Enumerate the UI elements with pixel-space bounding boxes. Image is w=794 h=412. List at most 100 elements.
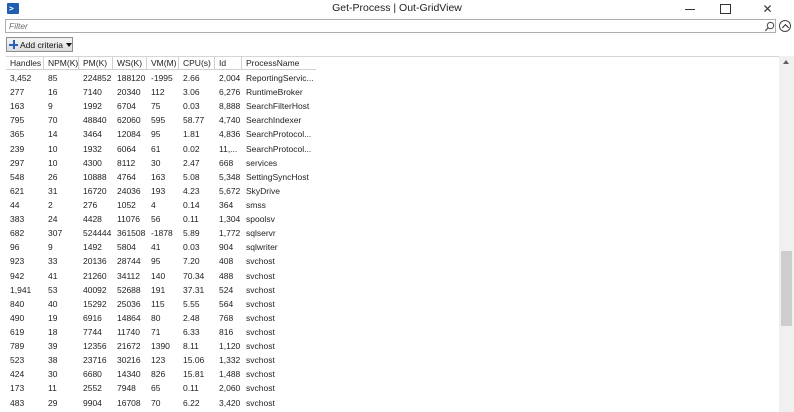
cell-processname: SettingSyncHost [246, 171, 309, 182]
cell-id: 3,420 [219, 397, 241, 408]
cell-pm: 48840 [83, 115, 107, 126]
cell-ws: 20340 [117, 87, 141, 98]
cell-pm: 4300 [83, 157, 102, 168]
table-row[interactable]: 840 40 15292 25036 115 5.55 564 svchost [6, 297, 316, 311]
cell-handles: 44 [10, 199, 20, 210]
chevron-down-icon [66, 42, 72, 47]
cell-id: 5,348 [219, 171, 241, 182]
cell-cpu: 0.14 [183, 199, 200, 210]
cell-npm: 29 [48, 397, 58, 408]
cell-processname: SearchProtocol... [246, 129, 312, 140]
cell-processname: svchost [246, 341, 275, 352]
table-row[interactable]: 365 14 3464 12084 95 1.81 4,836 SearchProtocol.… [6, 127, 316, 141]
scrollbar-thumb[interactable] [781, 251, 792, 326]
table-row[interactable]: 923 33 20136 28744 95 7.20 408 svchost [6, 254, 316, 268]
cell-npm: 10 [48, 157, 58, 168]
maximize-button[interactable] [710, 0, 740, 18]
cell-npm: 2 [48, 199, 53, 210]
table-row[interactable]: 795 70 48840 62060 595 58.77 4,740 SearchIndexe… [6, 113, 316, 127]
cell-vm: 75 [151, 101, 161, 112]
table-row[interactable]: 44 2 276 1052 4 0.14 364 smss [6, 198, 316, 212]
cell-id: 488 [219, 270, 234, 281]
table-row[interactable]: 523 38 23716 30216 123 15.06 1,332 svchost [6, 353, 316, 367]
filter-input[interactable] [6, 20, 746, 32]
cell-cpu: 0.03 [183, 242, 200, 253]
table-row[interactable]: 619 18 7744 11740 71 6.33 816 svchost [6, 325, 316, 339]
cell-processname: services [246, 157, 278, 168]
cell-ws: 14864 [117, 312, 141, 323]
table-row[interactable]: 163 9 1992 6704 75 0.03 8,888 SearchFilterHost [6, 99, 316, 113]
close-button[interactable]: ✕ [745, 0, 790, 18]
cell-npm: 26 [48, 171, 58, 182]
column-header-id[interactable]: Id [215, 57, 242, 70]
vertical-scrollbar[interactable] [779, 56, 794, 412]
table-row[interactable]: 621 31 16720 24036 193 4.23 5,672 SkyDrive [6, 184, 316, 198]
cell-handles: 490 [10, 312, 25, 323]
table-row[interactable]: 483 29 9904 16708 70 6.22 3,420 svchost [6, 396, 316, 410]
cell-vm: 140 [151, 270, 166, 281]
cell-cpu: 0.02 [183, 143, 200, 154]
add-criteria-button[interactable]: Add criteria [6, 37, 73, 52]
cell-id: 364 [219, 199, 234, 210]
cell-cpu: 6.22 [183, 397, 200, 408]
table-row[interactable]: 297 10 4300 8112 30 2.47 668 services [6, 156, 316, 170]
cell-cpu: 1.81 [183, 129, 200, 140]
table-row[interactable]: 3,452 85 224852 188120 -1995 2.66 2,004 Reporti… [6, 71, 316, 85]
cell-vm: 41 [151, 242, 161, 253]
cell-cpu: 4.23 [183, 185, 200, 196]
cell-cpu: 7.20 [183, 256, 200, 267]
column-header-processname[interactable]: ProcessName [242, 57, 316, 70]
cell-handles: 483 [10, 397, 25, 408]
cell-npm: 9 [48, 242, 53, 253]
column-header-npm[interactable]: NPM(K) [44, 57, 79, 70]
column-header-cpu[interactable]: CPU(s) [179, 57, 215, 70]
minimize-button[interactable] [676, 0, 706, 18]
cell-vm: 30 [151, 157, 161, 168]
table-row[interactable]: 96 9 1492 5804 41 0.03 904 sqlwriter [6, 240, 316, 254]
cell-npm: 40 [48, 298, 58, 309]
add-criteria-label: Add criteria [20, 39, 63, 50]
scroll-up-arrow-icon[interactable] [783, 60, 789, 64]
column-header-ws[interactable]: WS(K) [113, 57, 147, 70]
search-icon[interactable] [764, 21, 775, 32]
table-row[interactable]: 239 10 1932 6064 61 0.02 11,... SearchProtocol.… [6, 142, 316, 156]
column-header-handles[interactable]: Handles [6, 57, 44, 70]
column-header-vm[interactable]: VM(M) [147, 57, 179, 70]
cell-handles: 365 [10, 129, 25, 140]
cell-npm: 53 [48, 284, 58, 295]
table-row[interactable]: 942 41 21260 34112 140 70.34 488 svchost [6, 269, 316, 283]
grid-header: Handles NPM(K) PM(K) WS(K) VM(M) CPU(s) … [6, 57, 316, 70]
cell-pm: 21260 [83, 270, 107, 281]
cell-processname: SearchFilterHost [246, 101, 310, 112]
table-row[interactable]: 1,941 53 40092 52688 191 37.31 524 svchost [6, 283, 316, 297]
cell-id: 668 [219, 157, 234, 168]
cell-vm: 115 [151, 298, 165, 309]
table-row[interactable]: 548 26 10888 4764 163 5.08 5,348 SettingSyncHos… [6, 170, 316, 184]
cell-ws: 11740 [117, 326, 141, 337]
table-row[interactable]: 277 16 7140 20340 112 3.06 6,276 RuntimeBroker [6, 85, 316, 99]
table-row[interactable]: 789 39 12356 21672 1390 8.11 1,120 svchost [6, 339, 316, 353]
cell-ws: 11076 [117, 214, 141, 225]
cell-processname: svchost [246, 397, 275, 408]
table-row[interactable]: 490 19 6916 14864 80 2.48 768 svchost [6, 311, 316, 325]
table-row[interactable]: 424 30 6680 14340 826 15.81 1,488 svchost [6, 367, 316, 381]
cell-id: 408 [219, 256, 234, 267]
cell-id: 1,304 [219, 214, 241, 225]
cell-cpu: 15.81 [183, 369, 205, 380]
table-row[interactable]: 173 11 2552 7948 65 0.11 2,060 svchost [6, 381, 316, 395]
cell-cpu: 15.06 [183, 355, 205, 366]
cell-pm: 6680 [83, 369, 102, 380]
cell-vm: 70 [151, 397, 161, 408]
cell-ws: 12084 [117, 129, 141, 140]
table-row[interactable]: 383 24 4428 11076 56 0.11 1,304 spoolsv [6, 212, 316, 226]
cell-processname: svchost [246, 284, 275, 295]
cell-vm: 95 [151, 129, 161, 140]
cell-npm: 41 [48, 270, 58, 281]
column-header-pm[interactable]: PM(K) [79, 57, 113, 70]
cell-pm: 12356 [83, 341, 107, 352]
cell-vm: 95 [151, 256, 161, 267]
table-row[interactable]: 682 307 524444 361508 -1878 5.89 1,772 sqlservr [6, 226, 316, 240]
collapse-query-button[interactable] [779, 20, 791, 32]
cell-pm: 6916 [83, 312, 102, 323]
cell-pm: 20136 [83, 256, 107, 267]
